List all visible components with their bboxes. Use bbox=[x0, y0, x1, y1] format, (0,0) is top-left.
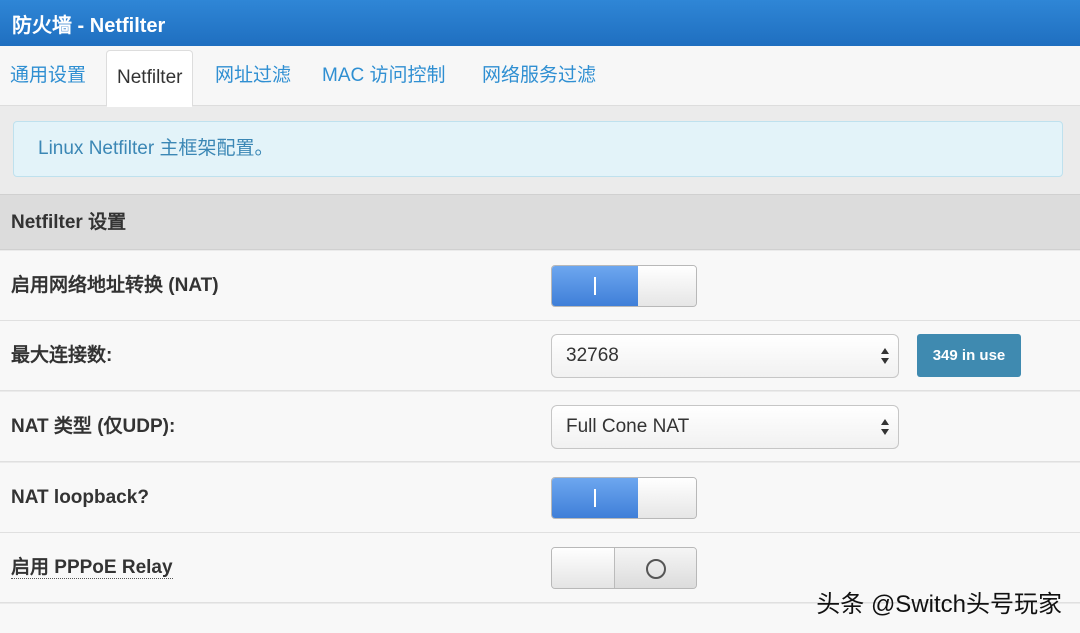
pppoe-toggle[interactable] bbox=[551, 547, 697, 589]
tab-netfilter[interactable]: Netfilter bbox=[106, 50, 194, 107]
tab-service-filter[interactable]: 网络服务过滤 bbox=[482, 46, 596, 106]
section-title: Netfilter 设置 bbox=[0, 194, 1080, 250]
tab-url-filter[interactable]: 网址过滤 bbox=[215, 46, 291, 106]
select-arrows-icon bbox=[881, 348, 889, 364]
window-title: 防火墙 - Netfilter bbox=[0, 0, 1080, 46]
toggle-knob bbox=[638, 478, 696, 518]
max-conn-value: 32768 bbox=[566, 345, 619, 366]
loopback-label: NAT loopback? bbox=[11, 487, 149, 508]
pppoe-label: 启用 PPPoE Relay bbox=[11, 533, 173, 603]
nat-type-label: NAT 类型 (仅UDP): bbox=[11, 416, 176, 437]
tab-mac-access[interactable]: MAC 访问控制 bbox=[322, 46, 446, 106]
nat-label: 启用网络地址转换 (NAT) bbox=[11, 275, 219, 296]
connections-in-use-badge: 349 in use bbox=[917, 334, 1021, 377]
tab-bar: 通用设置 Netfilter 网址过滤 MAC 访问控制 网络服务过滤 bbox=[0, 46, 1080, 107]
toggle-on-track bbox=[552, 478, 639, 518]
watermark: 头条 @Switch头号玩家 bbox=[816, 591, 1062, 618]
setting-row-nat-type: NAT 类型 (仅UDP): Full Cone NAT bbox=[0, 392, 1080, 462]
toggle-on-track bbox=[552, 266, 639, 306]
toggle-knob bbox=[552, 548, 615, 588]
tab-general[interactable]: 通用设置 bbox=[10, 46, 86, 106]
nat-type-select[interactable]: Full Cone NAT bbox=[551, 405, 899, 449]
max-conn-select[interactable]: 32768 bbox=[551, 334, 899, 378]
select-arrows-icon bbox=[881, 419, 889, 435]
setting-row-nat: 启用网络地址转换 (NAT) bbox=[0, 251, 1080, 321]
nat-type-value: Full Cone NAT bbox=[566, 416, 690, 437]
toggle-off-icon bbox=[646, 559, 666, 579]
loopback-toggle[interactable] bbox=[551, 477, 697, 519]
setting-row-loopback: NAT loopback? bbox=[0, 463, 1080, 533]
info-alert: Linux Netfilter 主框架配置。 bbox=[13, 121, 1063, 177]
setting-row-max-conn: 最大连接数: 32768 349 in use bbox=[0, 321, 1080, 391]
pppoe-label-text: 启用 PPPoE Relay bbox=[11, 557, 173, 579]
nat-toggle[interactable] bbox=[551, 265, 697, 307]
toggle-on-icon bbox=[594, 489, 596, 507]
toggle-knob bbox=[638, 266, 696, 306]
toggle-on-icon bbox=[594, 277, 596, 295]
max-conn-label: 最大连接数: bbox=[11, 345, 113, 366]
